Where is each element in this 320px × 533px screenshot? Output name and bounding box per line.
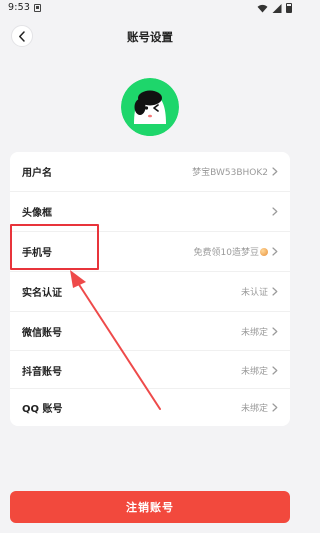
avatar[interactable] xyxy=(121,78,179,136)
status-time: 9:53 xyxy=(8,2,31,13)
signal-icon xyxy=(272,3,282,13)
settings-list: 用户名 梦宝BW53BHOK2 头像框 手机号 免费领10造梦豆 实名认证 未认… xyxy=(10,152,290,426)
row-wechat-account[interactable]: 微信账号 未绑定 xyxy=(10,312,290,351)
row-qq-account[interactable]: QQ 账号 未绑定 xyxy=(10,388,290,427)
phone-promo-text: 免费领10造梦豆 xyxy=(193,248,259,258)
chevron-right-icon xyxy=(272,366,278,375)
status-bar: 9:53 xyxy=(0,0,300,16)
page-title: 账号设置 xyxy=(127,30,173,44)
row-label: QQ 账号 xyxy=(22,404,63,415)
notification-icon xyxy=(34,4,41,12)
row-label: 抖音账号 xyxy=(22,367,62,378)
chevron-right-icon xyxy=(272,207,278,216)
account-settings-screen: 9:53 账号设置 用户名 梦宝BW53BHOK2 头像框 手机号 免费领10造… xyxy=(0,0,300,533)
row-label: 微信账号 xyxy=(22,328,62,339)
row-label: 实名认证 xyxy=(22,288,62,299)
cancel-account-label: 注销账号 xyxy=(126,501,174,514)
row-value: 免费领10造梦豆 xyxy=(194,245,268,258)
chevron-right-icon xyxy=(272,287,278,296)
row-label: 头像框 xyxy=(22,208,52,219)
avatar-image xyxy=(121,78,179,136)
row-value: 未绑定 xyxy=(240,328,268,338)
battery-icon xyxy=(286,3,292,13)
chevron-right-icon xyxy=(272,247,278,256)
cancel-account-button[interactable]: 注销账号 xyxy=(10,491,290,523)
row-real-name-verification[interactable]: 实名认证 未认证 xyxy=(10,272,290,311)
chevron-right-icon xyxy=(272,403,278,412)
row-username[interactable]: 用户名 梦宝BW53BHOK2 xyxy=(10,152,290,191)
wifi-icon xyxy=(257,4,268,13)
row-label: 用户名 xyxy=(22,168,52,179)
row-phone[interactable]: 手机号 免费领10造梦豆 xyxy=(10,232,290,271)
row-avatar-frame[interactable]: 头像框 xyxy=(10,192,290,231)
row-value: 未绑定 xyxy=(240,367,268,377)
row-value: 未认证 xyxy=(240,288,268,298)
row-douyin-account[interactable]: 抖音账号 未绑定 xyxy=(10,351,290,390)
coin-icon xyxy=(260,248,268,256)
row-label: 手机号 xyxy=(22,248,52,259)
chevron-right-icon xyxy=(272,327,278,336)
header: 账号设置 xyxy=(0,22,300,56)
row-value: 梦宝BW53BHOK2 xyxy=(192,168,268,178)
chevron-right-icon xyxy=(272,167,278,176)
row-value: 未绑定 xyxy=(240,404,268,414)
status-indicators xyxy=(257,2,292,14)
